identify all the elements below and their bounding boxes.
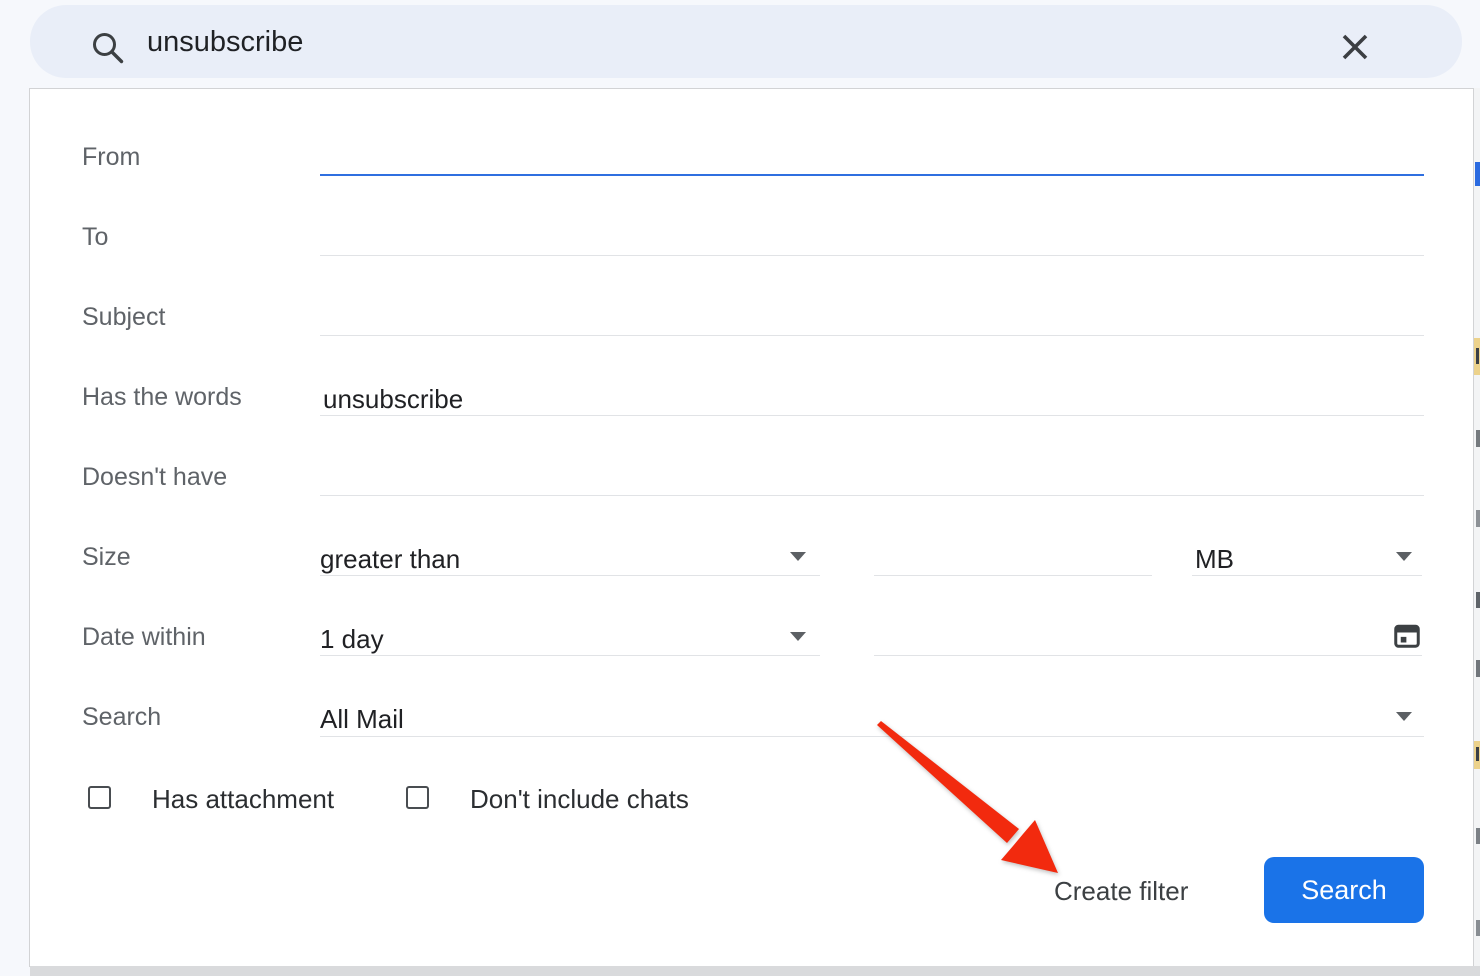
page-bottom-strip [30,966,1480,976]
from-underline-focused [320,174,1424,176]
has-attachment-checkbox[interactable] [88,786,111,809]
gmail-search-filter-page: From To Subject Has the words unsubscrib… [0,0,1480,976]
size-value-underline [874,575,1152,576]
chevron-down-icon [790,552,806,561]
date-within-label: Date within [82,623,206,652]
size-unit-select[interactable]: MB [1192,535,1422,577]
chevron-down-icon [790,632,806,641]
has-words-input[interactable]: unsubscribe [323,384,463,415]
close-icon[interactable] [1339,31,1371,68]
from-label: From [82,143,140,172]
has-words-label: Has the words [82,383,242,412]
to-label: To [82,223,108,252]
chevron-down-icon [1396,552,1412,561]
size-comparator-select[interactable]: greater than [320,535,820,577]
doesnt-have-underline [320,495,1424,496]
date-underline [874,655,1422,656]
background-email-list-sliver [1474,88,1480,966]
subject-input[interactable] [320,300,1424,336]
size-unit-value: MB [1195,544,1234,575]
to-input[interactable] [320,220,1424,256]
size-label: Size [82,543,131,572]
size-unit-underline [1192,575,1422,576]
date-range-underline [320,655,820,656]
has-words-underline [320,415,1424,416]
calendar-icon[interactable] [1392,620,1422,655]
date-range-value: 1 day [320,624,384,655]
to-underline [320,255,1424,256]
size-value-input[interactable] [874,540,1152,576]
search-scope-select[interactable]: All Mail [320,695,1424,737]
dont-include-chats-checkbox[interactable] [406,786,429,809]
doesnt-have-label: Doesn't have [82,463,227,492]
subject-label: Subject [82,303,165,332]
dont-include-chats-label: Don't include chats [470,784,689,815]
search-scope-underline [320,736,1424,737]
search-scope-value: All Mail [320,704,404,735]
date-input[interactable] [874,620,1422,656]
doesnt-have-input[interactable] [320,460,1424,496]
create-filter-button[interactable]: Create filter [1040,870,1202,913]
search-input[interactable] [147,22,1147,62]
chevron-down-icon [1396,712,1412,721]
from-input[interactable] [320,140,1424,176]
search-bar [30,5,1462,78]
size-comparator-value: greater than [320,544,460,575]
subject-underline [320,335,1424,336]
search-button[interactable]: Search [1264,857,1424,923]
has-attachment-label: Has attachment [152,784,334,815]
size-comparator-underline [320,575,820,576]
date-range-select[interactable]: 1 day [320,615,820,657]
search-scope-label: Search [82,703,161,732]
search-icon [90,30,126,71]
